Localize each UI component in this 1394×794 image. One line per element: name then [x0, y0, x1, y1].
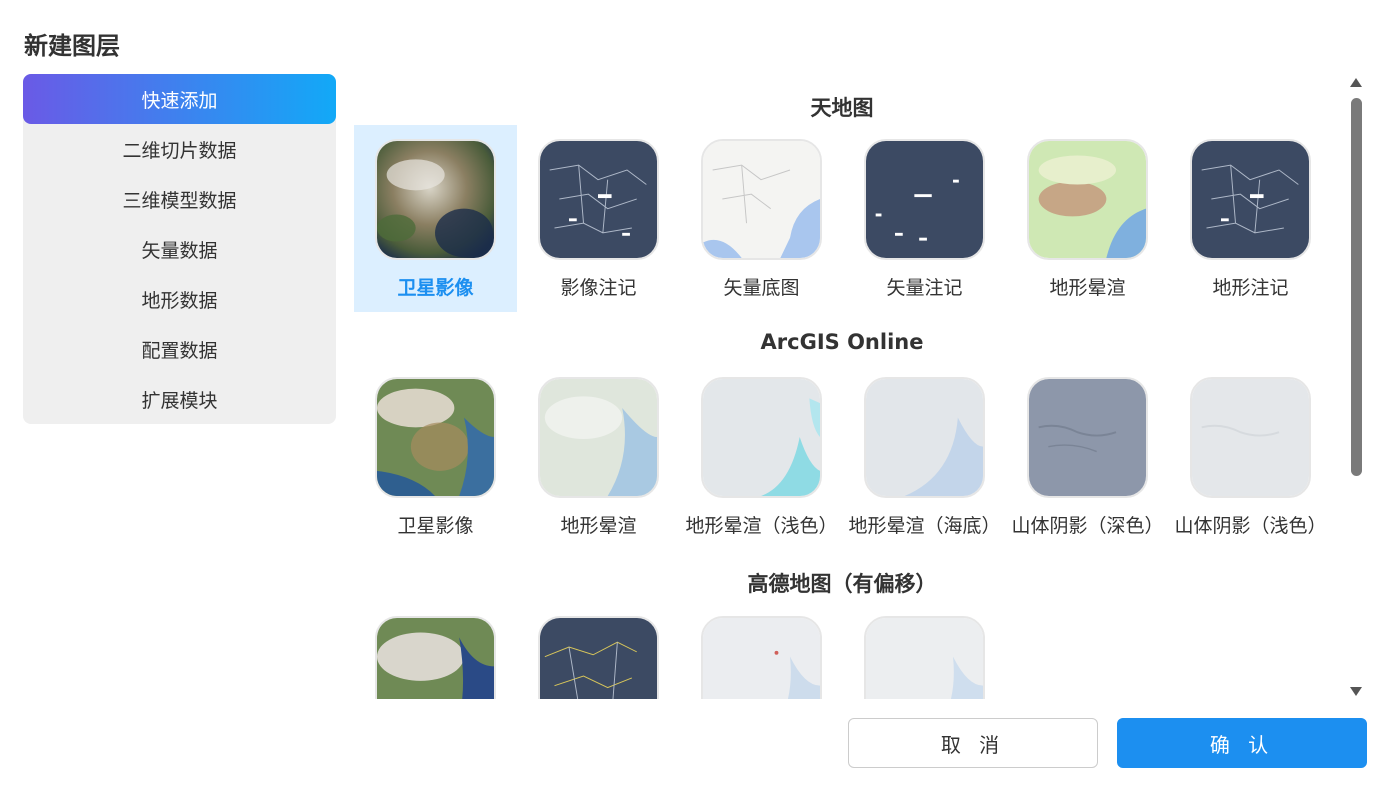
sidebar-item-extensions[interactable]: 扩展模块 [23, 374, 336, 424]
vector-base-map-icon [701, 139, 822, 260]
dark-annotation-map-icon [538, 139, 659, 260]
sidebar: 快速添加 二维切片数据 三维模型数据 矢量数据 地形数据 配置数据 扩展模块 [23, 74, 336, 424]
layer-tile-label: 地形晕渲 [1049, 277, 1126, 299]
dark-hillshade-map-icon [1027, 377, 1148, 498]
satellite-map-icon [375, 377, 496, 498]
layer-tile[interactable]: 矢量底图 [680, 125, 843, 312]
group-title-amap: 高德地图（有偏移） [747, 572, 937, 596]
layer-tile[interactable]: 地形晕渲 [517, 363, 680, 550]
layer-tile-label: 矢量注记 [886, 277, 963, 299]
group-title-tianditu: 天地图 [810, 96, 874, 120]
satellite-map-icon [375, 616, 496, 699]
light-terrain-map-icon [701, 377, 822, 498]
layer-tile-label: 卫星影像 [397, 515, 474, 537]
scrollbar-thumb[interactable] [1351, 98, 1362, 476]
sidebar-item-vector[interactable]: 矢量数据 [23, 224, 336, 274]
dark-annotation-map-icon [1190, 139, 1311, 260]
layer-tile-label: 影像注记 [560, 277, 637, 299]
sidebar-item-terrain[interactable]: 地形数据 [23, 274, 336, 324]
layer-tile[interactable]: 卫星影像 [354, 125, 517, 312]
scroll-up-arrow-icon[interactable] [1350, 78, 1362, 87]
layer-tile[interactable]: 地形注记 [1169, 125, 1330, 312]
dark-road-map-icon [538, 616, 659, 699]
sidebar-item-3d-models[interactable]: 三维模型数据 [23, 174, 336, 224]
layer-tile[interactable] [843, 602, 1006, 699]
layer-tile-label: 地形注记 [1212, 277, 1289, 299]
layer-tile[interactable] [680, 602, 843, 699]
light-base-map-icon [864, 616, 985, 699]
sidebar-item-quick-add[interactable]: 快速添加 [23, 74, 336, 124]
light-hillshade-map-icon [1190, 377, 1311, 498]
layer-tile-label: 矢量底图 [723, 277, 800, 299]
confirm-button[interactable]: 确 认 [1117, 718, 1367, 768]
light-road-map-icon [701, 616, 822, 699]
dialog-title: 新建图层 [24, 32, 120, 60]
layer-tile-label: 山体阴影（深色） [1011, 515, 1164, 537]
layer-tile[interactable]: 矢量注记 [843, 125, 1006, 312]
satellite-map-icon [375, 139, 496, 260]
layer-tile[interactable] [354, 602, 517, 699]
layer-tile-label: 地形晕渲（海底） [848, 515, 1001, 537]
terrain-shading-map-icon [1027, 139, 1148, 260]
layer-tile-label: 山体阴影（浅色） [1174, 515, 1327, 537]
layer-tile[interactable]: 地形晕渲（海底） [843, 363, 1006, 550]
terrain-map-icon [538, 377, 659, 498]
layer-tile-label: 地形晕渲（浅色） [685, 515, 838, 537]
layer-tile[interactable]: 山体阴影（深色） [1006, 363, 1169, 550]
layer-tile[interactable]: 地形晕渲 [1006, 125, 1169, 312]
layer-tile[interactable]: 影像注记 [517, 125, 680, 312]
layer-tile[interactable]: 地形晕渲（浅色） [680, 363, 843, 550]
layer-tile-label: 地形晕渲 [560, 515, 637, 537]
sidebar-item-config[interactable]: 配置数据 [23, 324, 336, 374]
layer-tile[interactable] [517, 602, 680, 699]
layer-gallery: 天地图 卫星影像 影像注记 矢量底图 矢量注记 地形晕渲 地形注记 ArcGIS… [354, 74, 1330, 699]
layer-tile-label: 卫星影像 [397, 277, 474, 299]
group-title-arcgis: ArcGIS Online [760, 330, 924, 354]
dark-label-map-icon [864, 139, 985, 260]
ocean-terrain-map-icon [864, 377, 985, 498]
cancel-button[interactable]: 取 消 [848, 718, 1098, 768]
layer-tile[interactable]: 卫星影像 [354, 363, 517, 550]
vertical-scrollbar[interactable] [1349, 78, 1365, 696]
layer-tile[interactable]: 山体阴影（浅色） [1169, 363, 1330, 550]
sidebar-item-2d-tiles[interactable]: 二维切片数据 [23, 124, 336, 174]
scroll-down-arrow-icon[interactable] [1350, 687, 1362, 696]
